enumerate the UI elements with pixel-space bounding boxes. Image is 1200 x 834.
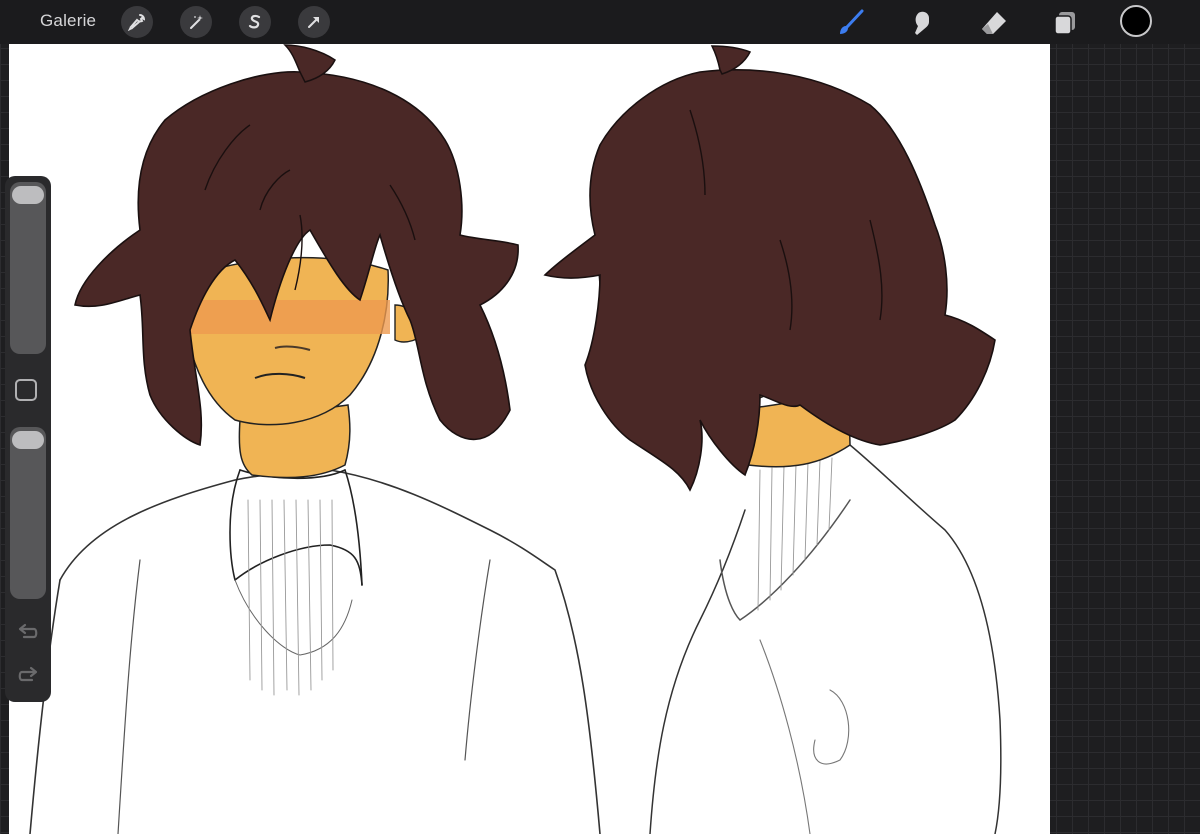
front-figure [29,469,601,834]
selection-button[interactable] [239,6,271,38]
layers-button[interactable] [1048,6,1082,40]
left-sidebar [5,176,51,702]
front-blush [190,300,390,334]
brush-icon [840,9,864,34]
modify-square-button[interactable] [15,379,37,401]
layers-icon [1054,12,1075,35]
magic-wand-icon [190,15,203,29]
gallery-button[interactable]: Galerie [40,11,96,31]
brush-tool-button[interactable] [834,6,868,40]
smudge-icon [915,11,929,35]
top-toolbar: Galerie [0,0,1200,44]
transform-button[interactable] [298,6,330,38]
side-figure [649,444,1002,834]
adjustments-button[interactable] [180,6,212,38]
smudge-tool-button[interactable] [905,6,939,40]
opacity-slider-thumb[interactable] [12,431,44,449]
artwork [29,44,1002,834]
brush-size-slider[interactable] [10,182,46,354]
wrench-icon [128,14,146,31]
drawing-canvas[interactable] [9,44,1050,834]
actions-button[interactable] [121,6,153,38]
selection-s-icon [248,14,261,29]
brush-size-slider-thumb[interactable] [12,186,44,204]
undo-icon[interactable] [16,623,40,643]
eraser-tool-button[interactable] [977,6,1011,40]
redo-icon[interactable] [16,666,40,686]
opacity-slider[interactable] [10,427,46,599]
color-picker-button[interactable] [1120,5,1152,37]
eraser-icon [982,12,1006,34]
transform-arrow-icon [308,17,319,28]
